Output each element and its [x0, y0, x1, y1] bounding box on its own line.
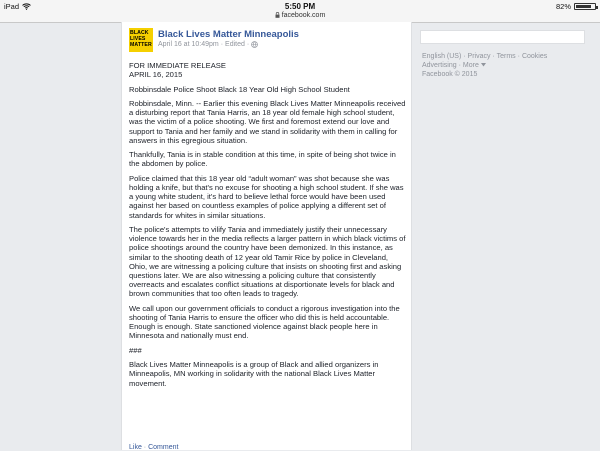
status-time: 5:50 PM	[284, 1, 316, 11]
battery-percent: 82%	[555, 2, 571, 11]
status-bar: iPad 5:50 PM 82%	[0, 0, 600, 12]
footer-links: English (US) · Privacy · Terms · Cookies…	[422, 53, 572, 79]
footer-separator: ·	[492, 53, 495, 60]
post-header: BLACK LIVES MATTER Black Lives Matter Mi…	[129, 28, 405, 56]
url-text: facebook.com	[281, 12, 326, 19]
meta-separator: ·	[246, 41, 250, 48]
lock-icon	[275, 12, 280, 18]
page-name-link[interactable]: Black Lives Matter Minneapolis	[158, 29, 299, 40]
post-card: BLACK LIVES MATTER Black Lives Matter Mi…	[121, 22, 412, 451]
edited-link[interactable]: Edited	[225, 41, 245, 48]
post-paragraph: Thankfully, Tania is in stable condition…	[129, 150, 396, 169]
release-label: FOR IMMEDIATE RELEASE	[129, 61, 226, 70]
status-right: 82%	[555, 2, 598, 11]
footer-line: Advertising · More	[422, 62, 572, 71]
globe-icon[interactable]	[251, 41, 259, 48]
post-paragraph: Police claimed that this 18 year old “ad…	[129, 173, 404, 220]
footer-link-terms[interactable]: Terms	[497, 53, 516, 60]
footer-line: English (US) · Privacy · Terms · Cookies	[422, 53, 572, 62]
page-avatar[interactable]: BLACK LIVES MATTER	[129, 28, 153, 52]
meta-separator: ·	[220, 41, 224, 48]
post-paragraph: Robbinsdale, Minn. -- Earlier this eveni…	[129, 98, 406, 145]
footer-link-advertising[interactable]: Advertising	[422, 62, 457, 69]
battery-fill	[576, 5, 591, 8]
copyright: Facebook © 2015	[422, 70, 478, 78]
footer-separator: ·	[463, 53, 466, 60]
post-paragraph: Robbinsdale Police Shoot Black 18 Year O…	[129, 84, 350, 94]
battery-nub	[596, 5, 598, 9]
footer-link-privacy[interactable]: Privacy	[468, 53, 491, 60]
right-column-box[interactable]	[420, 30, 585, 44]
post-paragraph: ###	[129, 345, 142, 355]
post-body: FOR IMMEDIATE RELEASE APRIL 16, 2015 Rob…	[129, 61, 408, 393]
footer-separator: ·	[458, 61, 461, 69]
footer-link-more[interactable]: More	[463, 62, 479, 69]
footer-separator: ·	[517, 53, 520, 60]
footer-link-language[interactable]: English (US)	[422, 53, 461, 60]
post-date-link[interactable]: April 16 at 10:49pm	[158, 41, 219, 48]
post-paragraph: The police's attempts to vilify Tania an…	[129, 224, 406, 299]
post-paragraph: Black Lives Matter Minneapolis is a grou…	[129, 360, 379, 388]
battery-icon	[574, 3, 598, 10]
post-paragraph: We call upon our government officials to…	[129, 303, 400, 341]
post-meta: April 16 at 10:49pm · Edited ·	[158, 41, 259, 48]
caret-down-icon	[480, 62, 486, 67]
footer-link-cookies[interactable]: Cookies	[522, 53, 547, 60]
avatar-line: MATTER	[130, 42, 152, 48]
release-date: APRIL 16, 2015	[129, 70, 183, 80]
